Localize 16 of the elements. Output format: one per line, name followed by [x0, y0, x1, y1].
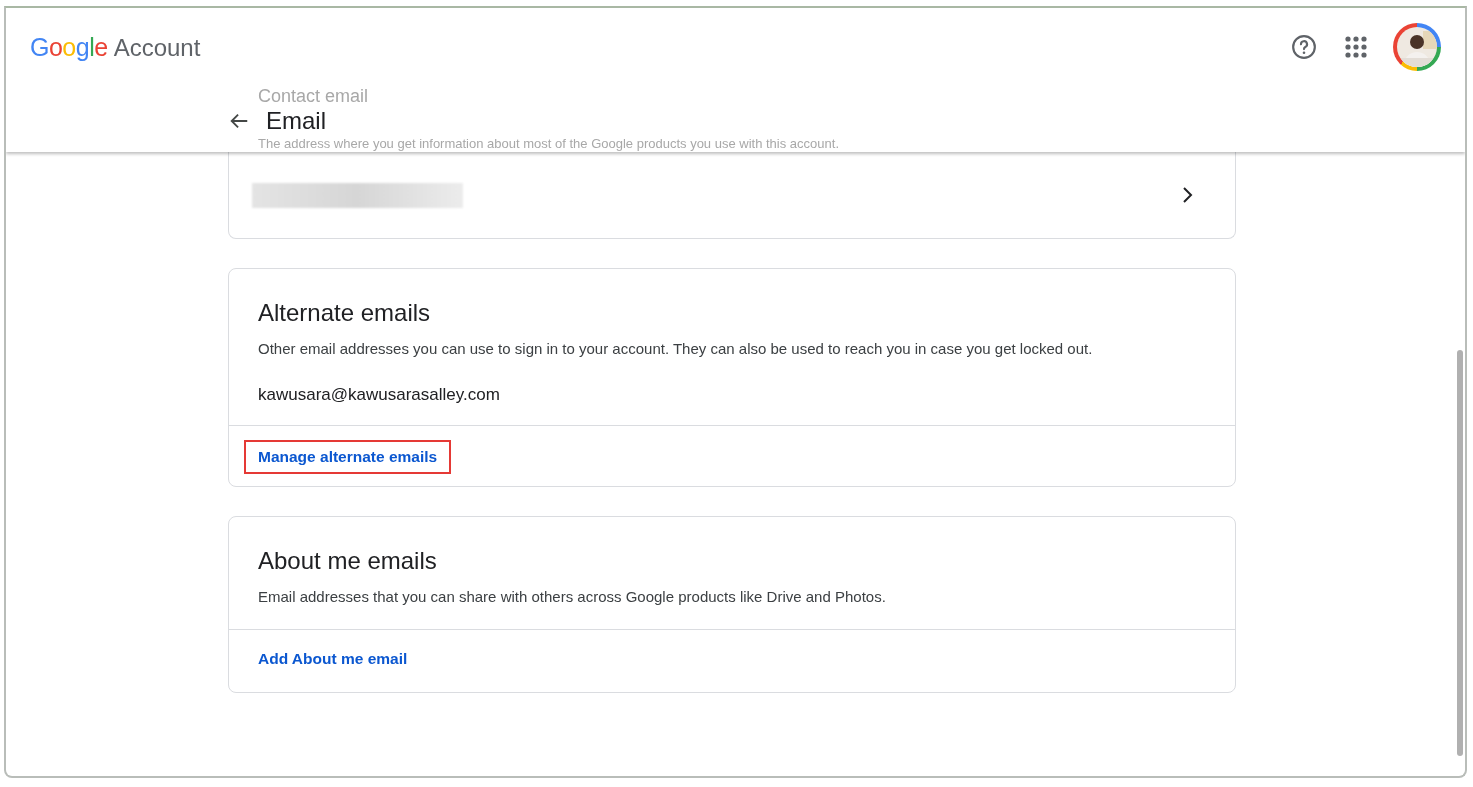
email-address: kawusara@kawusarasalley.com	[258, 384, 501, 406]
add-email-link[interactable]: Add About me email	[258, 650, 408, 668]
manage-emails-link[interactable]: Manage alternate emails	[258, 448, 438, 465]
chevron-right-icon[interactable]	[1181, 186, 1195, 204]
card-title: About me emails	[258, 547, 438, 575]
scrollbar-thumb[interactable]	[1457, 350, 1463, 756]
account-avatar[interactable]	[1393, 23, 1441, 71]
section-title: Contact email	[258, 86, 369, 106]
logo-text[interactable]: Google	[30, 32, 108, 62]
card-title: Alternate emails	[258, 299, 432, 327]
card-description: Other email addresses you can use to sign in to your account. They can also be used to reach you in case you get locked out.	[258, 339, 1094, 359]
page-title: Email	[266, 107, 326, 135]
card-description: Email addresses that you can share with others across Google products like Drive and Photos.	[258, 587, 887, 607]
help-icon[interactable]	[1289, 32, 1319, 62]
product-name: Account	[113, 33, 201, 62]
section-description: The address where you get information about most of the Google products you use with this account.	[258, 136, 839, 152]
